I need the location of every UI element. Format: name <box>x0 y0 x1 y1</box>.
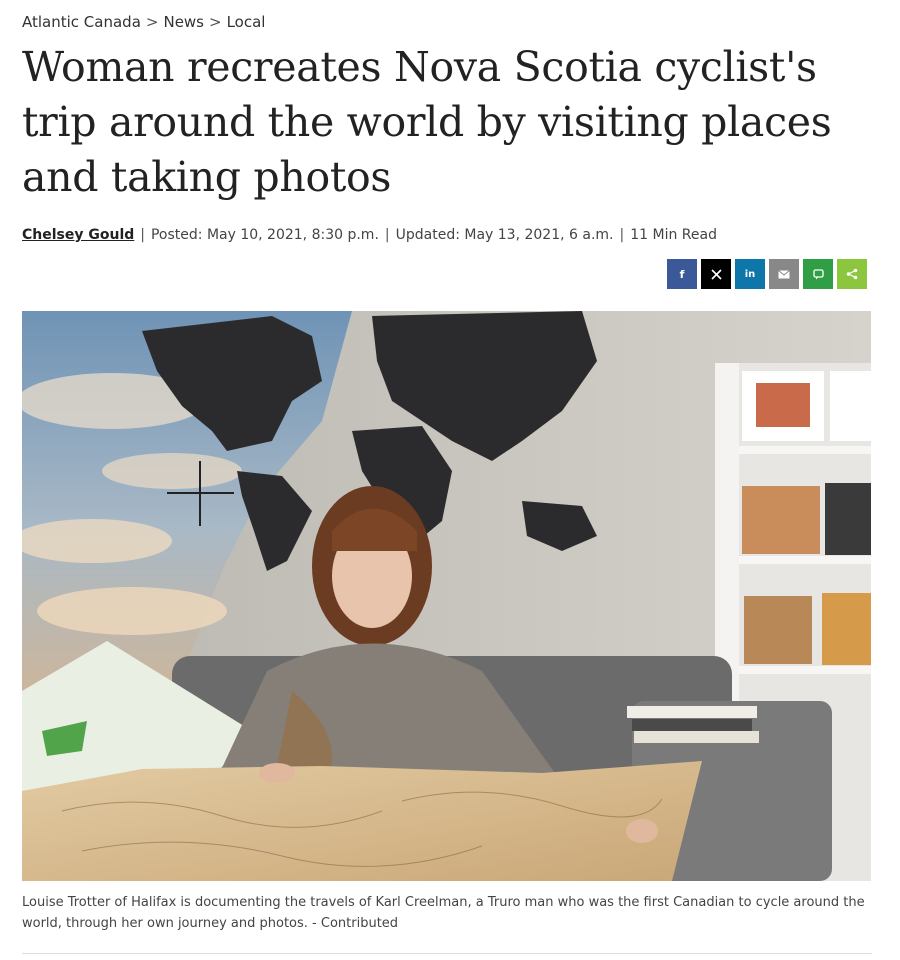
breadcrumb-atlantic-canada[interactable]: Atlantic Canada <box>22 13 141 31</box>
photo-caption: Louise Trotter of Halifax is documenting… <box>22 895 865 931</box>
breadcrumb-separator: > <box>209 13 222 31</box>
sms-icon <box>812 268 824 280</box>
sms-share-button[interactable] <box>803 259 833 289</box>
share-button[interactable] <box>837 259 867 289</box>
breadcrumb: Atlantic Canada > News > Local <box>22 13 265 31</box>
email-icon <box>778 269 790 279</box>
divider <box>22 953 872 954</box>
byline: Chelsey Gould | Posted: May 10, 2021, 8:30… <box>22 227 717 243</box>
share-bar: f in <box>667 259 867 289</box>
byline-separator: | <box>619 227 625 243</box>
byline-separator: | <box>140 227 145 243</box>
share-icon <box>846 268 858 280</box>
byline-separator: | <box>384 227 390 243</box>
breadcrumb-local[interactable]: Local <box>227 13 266 31</box>
read-time: 11 Min Read <box>630 227 717 243</box>
posted-date: Posted: May 10, 2021, 8:30 p.m. <box>150 227 379 243</box>
facebook-icon: f <box>679 267 685 281</box>
article-photo <box>22 311 871 881</box>
linkedin-icon: in <box>744 268 756 280</box>
article-headline: Woman recreates Nova Scotia cyclist's tr… <box>22 43 832 201</box>
email-share-button[interactable] <box>769 259 799 289</box>
author-link[interactable]: Chelsey Gould <box>22 227 134 243</box>
linkedin-share-button[interactable]: in <box>735 259 765 289</box>
facebook-share-button[interactable]: f <box>667 259 697 289</box>
x-icon <box>710 268 722 280</box>
updated-date: Updated: May 13, 2021, 6 a.m. <box>395 227 614 243</box>
x-share-button[interactable] <box>701 259 731 289</box>
breadcrumb-separator: > <box>145 13 159 31</box>
breadcrumb-news[interactable]: News <box>163 13 204 31</box>
photo-illustration <box>22 311 871 881</box>
